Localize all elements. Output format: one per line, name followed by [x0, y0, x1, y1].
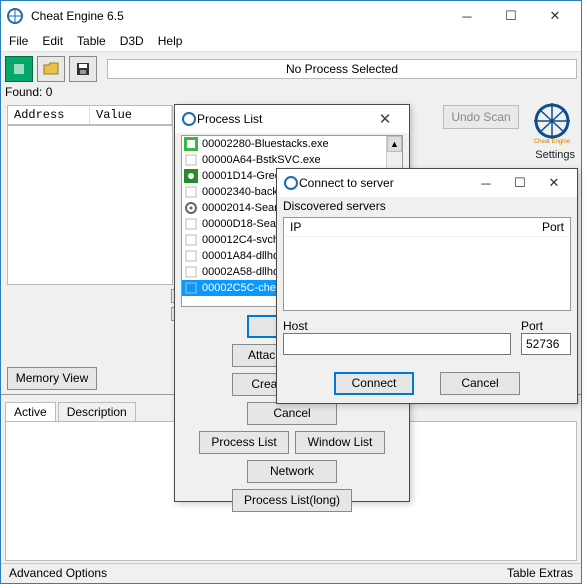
- tab-active[interactable]: Active: [5, 402, 56, 421]
- toolbar: No Process Selected: [1, 51, 581, 85]
- connect-titlebar: Connect to server ─ ☐ ✕: [277, 169, 577, 197]
- col-port[interactable]: Port: [542, 220, 564, 234]
- process-row[interactable]: 00002280-Bluestacks.exe: [182, 136, 402, 152]
- process-row[interactable]: 00000A64-BstkSVC.exe: [182, 152, 402, 168]
- discovered-servers-label: Discovered servers: [277, 197, 577, 215]
- result-table-body[interactable]: [7, 125, 173, 285]
- process-icon: [184, 201, 198, 215]
- settings-label[interactable]: Settings: [535, 149, 575, 161]
- advanced-options-link[interactable]: Advanced Options: [9, 566, 107, 581]
- process-icon: [184, 265, 198, 279]
- process-text: 00002280-Bluestacks.exe: [202, 138, 329, 150]
- open-process-button[interactable]: [5, 56, 33, 82]
- host-port-row: Host Port 52736: [283, 319, 571, 355]
- found-count: Found: 0: [1, 85, 581, 101]
- open-file-button[interactable]: [37, 56, 65, 82]
- tab-description[interactable]: Description: [58, 402, 136, 421]
- server-list-header: IP Port: [284, 218, 570, 237]
- process-icon: [184, 233, 198, 247]
- app-icon: [5, 6, 25, 26]
- process-icon: [184, 169, 198, 183]
- process-text: 00000A64-BstkSVC.exe: [202, 154, 321, 166]
- process-name-display: No Process Selected: [107, 59, 577, 79]
- connect-button[interactable]: Connect: [334, 372, 414, 395]
- process-list-icon: [181, 111, 197, 127]
- menu-file[interactable]: File: [9, 34, 28, 48]
- process-icon: [184, 281, 198, 295]
- network-button[interactable]: Network: [247, 460, 337, 483]
- menu-edit[interactable]: Edit: [42, 34, 63, 48]
- connect-title: Connect to server: [299, 176, 469, 190]
- table-extras-link[interactable]: Table Extras: [507, 566, 573, 581]
- menu-table[interactable]: Table: [77, 34, 106, 48]
- title-bar: Cheat Engine 6.5 ─ ☐ ✕: [1, 1, 581, 31]
- col-address[interactable]: Address: [8, 106, 90, 124]
- status-bar: Advanced Options Table Extras: [1, 563, 581, 583]
- col-value[interactable]: Value: [90, 106, 172, 124]
- port-label: Port: [521, 319, 571, 333]
- process-icon: [184, 137, 198, 151]
- memory-view-button[interactable]: Memory View: [7, 367, 97, 390]
- window-list-tab-button[interactable]: Window List: [295, 431, 385, 454]
- save-button[interactable]: [69, 56, 97, 82]
- process-list-titlebar: Process List ✕: [175, 105, 409, 133]
- maximize-button[interactable]: ☐: [489, 2, 533, 30]
- connect-buttons: Connect Cancel: [277, 372, 577, 395]
- undo-scan-button[interactable]: Undo Scan: [443, 105, 519, 129]
- plist-cancel-button[interactable]: Cancel: [247, 402, 337, 425]
- window-title: Cheat Engine 6.5: [31, 9, 445, 23]
- menu-d3d[interactable]: D3D: [120, 34, 144, 48]
- menu-help[interactable]: Help: [158, 34, 183, 48]
- discovered-servers-list[interactable]: IP Port: [283, 217, 571, 311]
- close-button[interactable]: ✕: [533, 2, 577, 30]
- process-list-close-button[interactable]: ✕: [367, 110, 403, 128]
- result-table-header: Address Value: [7, 105, 173, 125]
- process-list-long-button[interactable]: Process List(long): [232, 489, 352, 512]
- host-input[interactable]: [283, 333, 511, 355]
- port-input[interactable]: 52736: [521, 333, 571, 355]
- connect-dialog: Connect to server ─ ☐ ✕ Discovered serve…: [276, 168, 578, 404]
- scroll-up-icon[interactable]: ▲: [387, 136, 402, 152]
- minimize-button[interactable]: ─: [445, 2, 489, 30]
- host-label: Host: [283, 319, 513, 333]
- process-icon: [184, 249, 198, 263]
- connect-cancel-button[interactable]: Cancel: [440, 372, 520, 395]
- connect-icon: [283, 175, 299, 191]
- menu-bar: File Edit Table D3D Help: [1, 31, 581, 51]
- connect-close-button[interactable]: ✕: [537, 169, 571, 197]
- connect-minimize-button[interactable]: ─: [469, 169, 503, 197]
- cheat-engine-logo[interactable]: Cheat Engine: [525, 101, 579, 145]
- svg-text:Cheat Engine: Cheat Engine: [534, 139, 571, 145]
- col-ip[interactable]: IP: [290, 220, 542, 234]
- process-icon: [184, 153, 198, 167]
- process-list-tab-button[interactable]: Process List: [199, 431, 289, 454]
- process-icon: [184, 185, 198, 199]
- process-icon: [184, 217, 198, 231]
- connect-maximize-button[interactable]: ☐: [503, 169, 537, 197]
- process-list-title: Process List: [197, 112, 367, 126]
